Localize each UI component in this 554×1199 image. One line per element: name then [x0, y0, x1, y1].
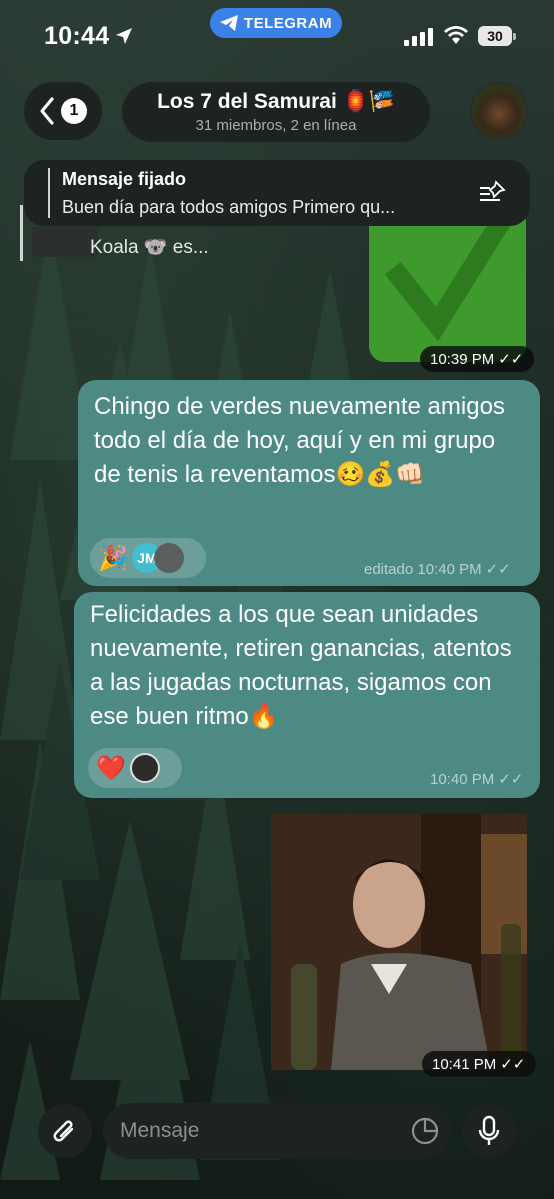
group-avatar[interactable]	[470, 82, 528, 140]
message-bubble[interactable]: Chingo de verdes nuevamente amigos todo …	[78, 380, 540, 586]
sticker-icon[interactable]	[411, 1117, 439, 1145]
unread-count-badge: 1	[61, 98, 87, 124]
reactor-avatar-photo	[153, 543, 184, 573]
checkmark-icon	[384, 214, 511, 342]
chevron-left-icon	[40, 97, 54, 125]
message-meta: editado 10:40 PM ✓✓	[364, 560, 511, 579]
reaction-emoji: ❤️	[96, 754, 126, 782]
reactions-bar[interactable]: 🎉 JM	[90, 538, 206, 578]
gif-scene	[271, 814, 527, 1070]
back-button[interactable]: 1	[24, 82, 102, 140]
location-arrow-icon	[116, 28, 132, 44]
message-text: Chingo de verdes nuevamente amigos todo …	[94, 393, 505, 488]
message-time: 10:40 PM	[430, 770, 495, 788]
microphone-button[interactable]	[462, 1104, 516, 1158]
reactions-bar[interactable]: ❤️	[88, 748, 182, 788]
reaction-emoji: 🎉	[98, 544, 128, 572]
message-meta: 10:40 PM ✓✓	[430, 770, 524, 789]
reply-text: Koala 🐨 es...	[90, 237, 209, 258]
chat-title: Los 7 del Samurai 🏮🎏	[157, 90, 395, 113]
message-time: 10:39 PM	[430, 350, 495, 368]
battery-indicator: 30	[478, 26, 516, 46]
paperclip-icon	[53, 1120, 74, 1142]
microphone-icon	[478, 1115, 500, 1145]
reply-bar	[20, 205, 23, 261]
attach-button[interactable]	[38, 1104, 92, 1158]
pinned-message-bar[interactable]: Mensaje fijado Buen día para todos amigo…	[24, 160, 530, 226]
double-check-icon: ✓✓	[498, 351, 524, 368]
status-bar: 10:44 TELEGRAM 30	[0, 0, 554, 70]
message-input[interactable]: Mensaje	[103, 1103, 451, 1159]
message-edited-time: editado 10:40 PM	[364, 560, 482, 578]
chat-title-button[interactable]: Los 7 del Samurai 🏮🎏 31 miembros, 2 en l…	[122, 82, 430, 142]
message-time-pill: 10:39 PM ✓✓	[420, 346, 534, 372]
pinned-text: Buen día para todos amigos Primero qu...	[62, 197, 396, 217]
cellular-signal-icon	[404, 28, 433, 46]
reply-thumbnail	[32, 227, 98, 257]
message-bubble[interactable]: Felicidades a los que sean unidades nuev…	[74, 592, 540, 798]
message-time: 10:41 PM	[432, 1055, 497, 1073]
message-time-pill: 10:41 PM ✓✓	[422, 1051, 536, 1077]
clock: 10:44	[44, 22, 110, 50]
pinned-list-icon[interactable]	[478, 180, 508, 206]
double-check-icon: ✓✓	[500, 1056, 526, 1073]
telegram-plane-icon	[219, 15, 238, 31]
pinned-indicator-bar	[48, 168, 50, 218]
app-pill-label: TELEGRAM	[243, 14, 333, 32]
message-input-placeholder: Mensaje	[120, 1119, 200, 1142]
message-text: Felicidades a los que sean unidades nuev…	[90, 601, 512, 730]
reactor-avatar-photo	[129, 753, 160, 783]
double-check-icon: ✓✓	[485, 561, 511, 578]
image-message-checkmark[interactable]	[369, 206, 526, 362]
telegram-app-pill[interactable]: TELEGRAM	[210, 8, 342, 38]
double-check-icon: ✓✓	[498, 771, 524, 788]
chat-subtitle: 31 miembros, 2 en línea	[195, 117, 357, 134]
gif-message[interactable]	[271, 814, 527, 1070]
pinned-label: Mensaje fijado	[62, 169, 187, 189]
wifi-icon	[444, 26, 468, 44]
